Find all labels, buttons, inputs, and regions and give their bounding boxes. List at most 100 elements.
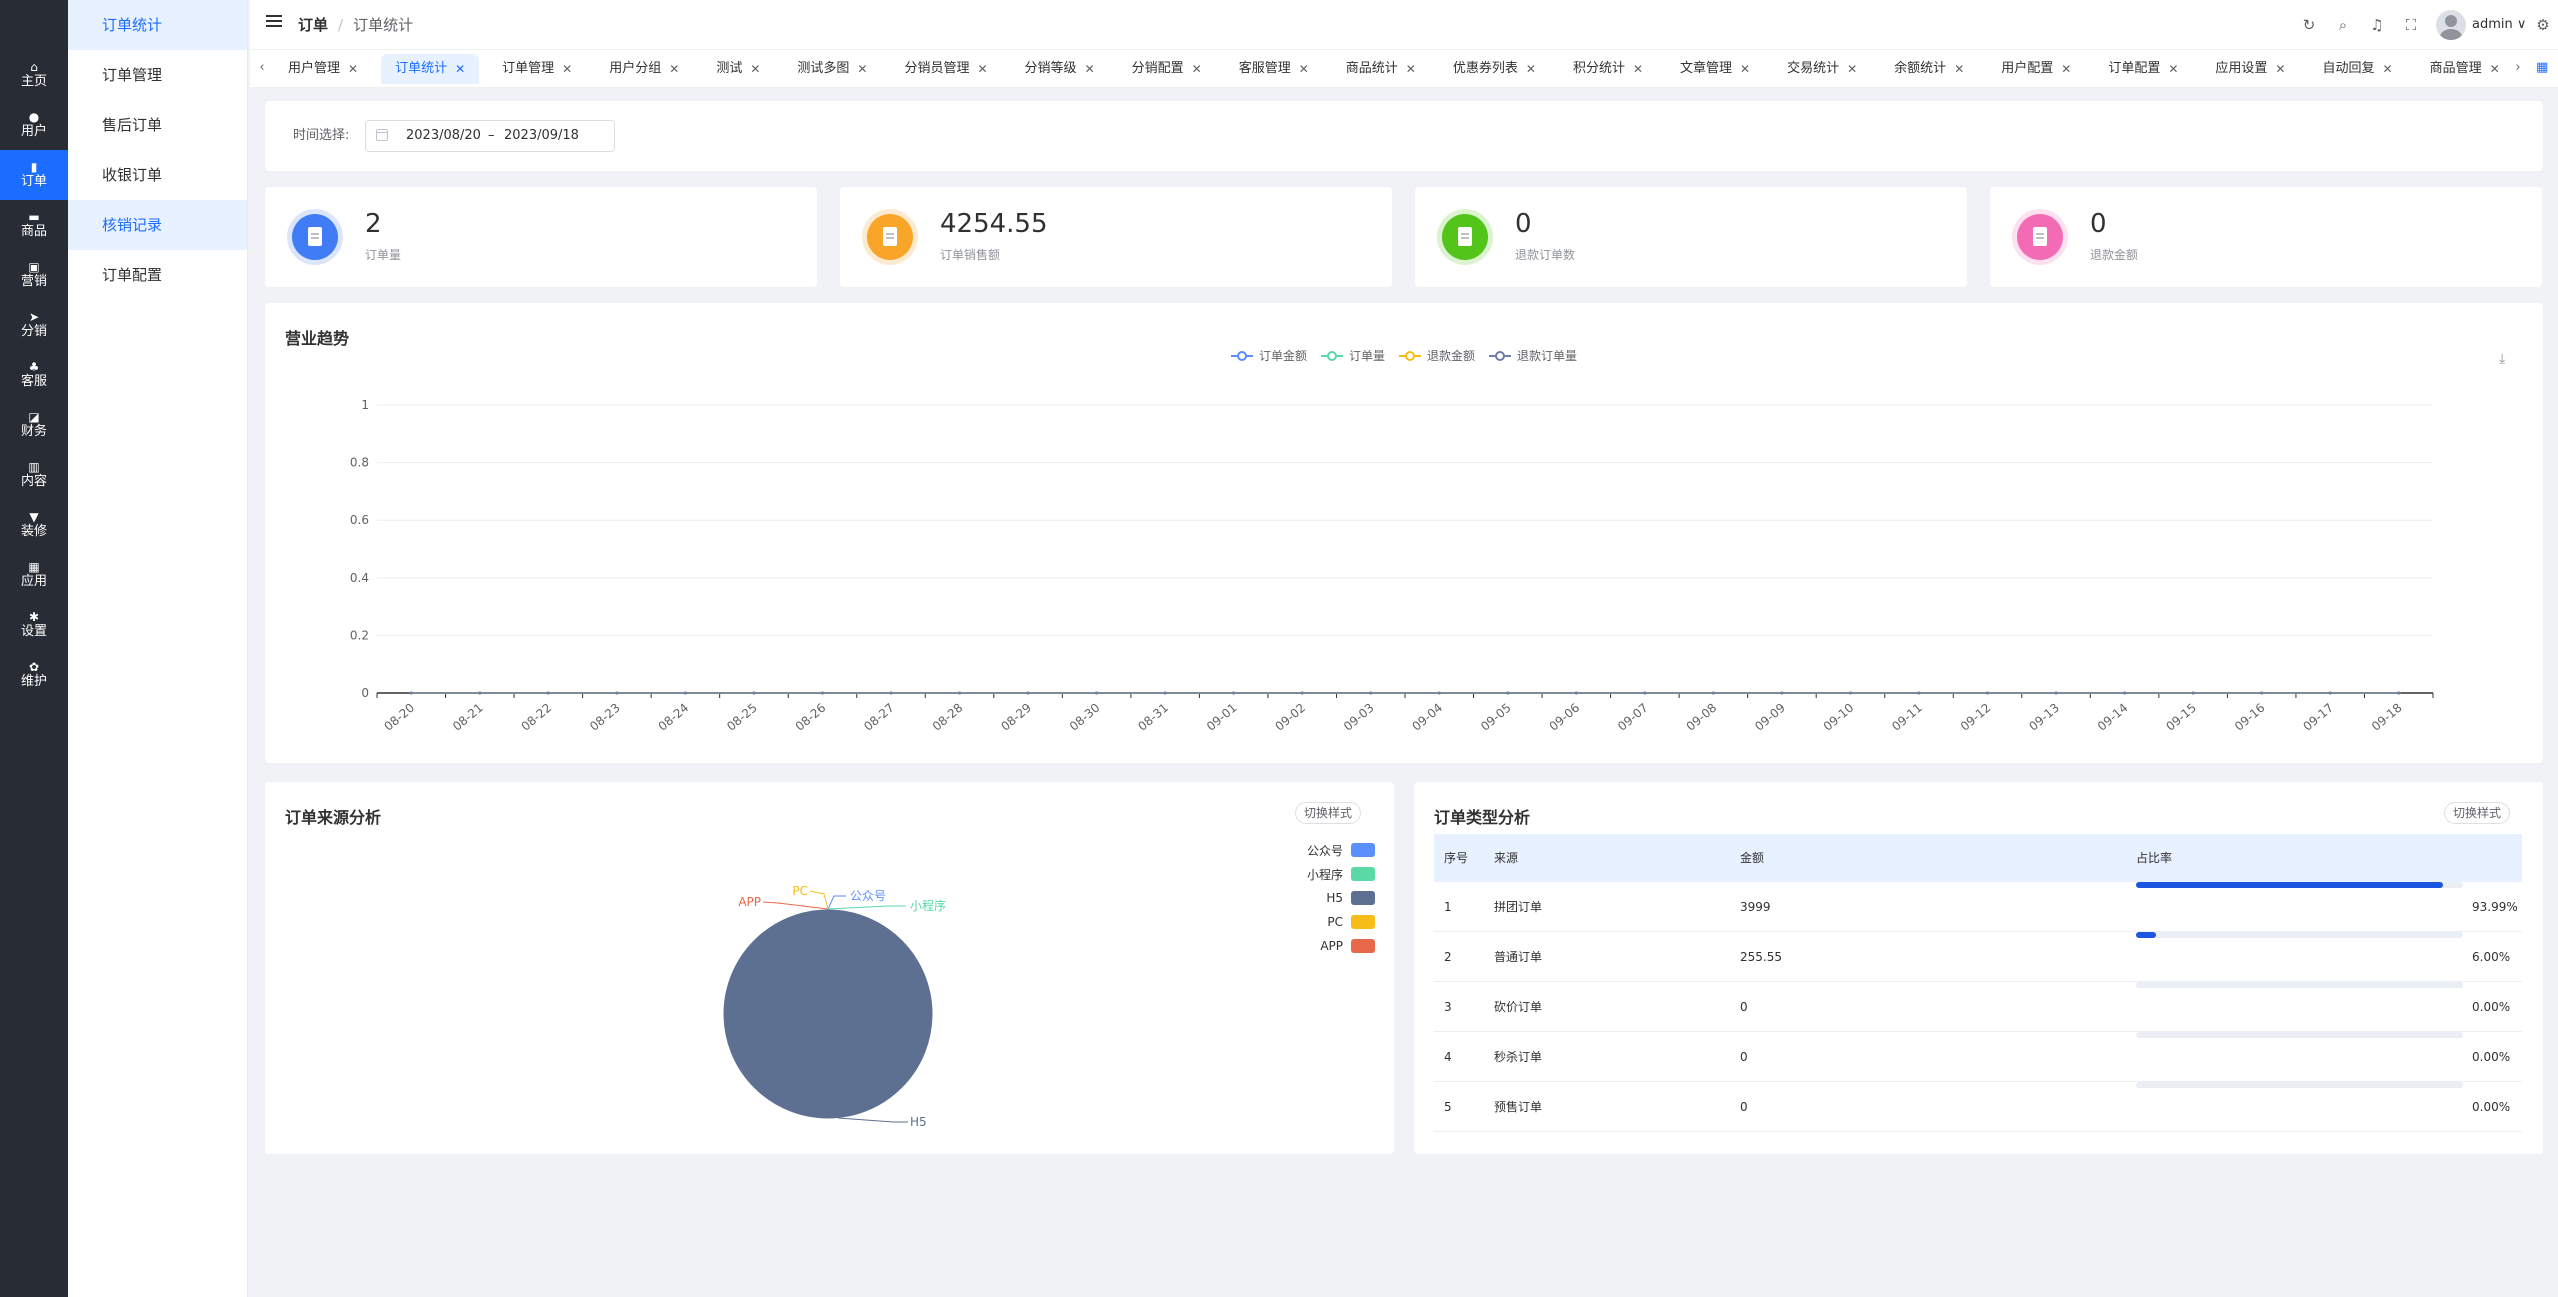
legend-item-2[interactable]: 退款金额 — [1399, 347, 1475, 364]
pie-slice-2[interactable] — [722, 908, 934, 1120]
submenu-item-1[interactable]: 订单管理 — [68, 50, 247, 100]
page-tab-11[interactable]: 优惠券列表 ✕ — [1439, 54, 1550, 84]
close-icon[interactable]: ✕ — [669, 54, 679, 84]
page-tab-1[interactable]: 订单统计 ✕ — [381, 54, 480, 84]
stat-card-2: 0 退款订单数 — [1415, 187, 1967, 287]
close-icon[interactable]: ✕ — [977, 54, 987, 84]
nav-item-12[interactable]: ✿ 维护 — [0, 650, 68, 700]
cell-source: 普通订单 — [1494, 950, 1543, 964]
nav-item-0[interactable]: ⌂ 主页 — [0, 50, 68, 100]
pie-legend-item-4[interactable]: APP — [1255, 934, 1375, 958]
date-start-input[interactable]: 2023/08/20 — [406, 121, 481, 151]
page-tab-14[interactable]: 交易统计 ✕ — [1773, 54, 1871, 84]
tabs-menu-icon[interactable]: ▦ — [2536, 60, 2552, 76]
page-tab-20[interactable]: 商品管理 ✕ — [2416, 54, 2506, 84]
series-point — [2054, 691, 2058, 695]
nav-item-2[interactable]: ▮ 订单 — [0, 150, 68, 200]
nav-item-7[interactable]: ◪ 财务 — [0, 400, 68, 450]
avatar[interactable] — [2436, 10, 2466, 40]
pie-label: PC — [792, 884, 808, 898]
close-icon[interactable]: ✕ — [562, 54, 572, 84]
page-tab-4[interactable]: 测试 ✕ — [702, 54, 774, 84]
nav-item-4[interactable]: ▣ 营销 — [0, 250, 68, 300]
menu-toggle-icon[interactable] — [266, 15, 282, 29]
page-tab-18[interactable]: 应用设置 ✕ — [2201, 54, 2299, 84]
page-tab-8[interactable]: 分销配置 ✕ — [1118, 54, 1216, 84]
refresh-icon[interactable]: ↻ — [2300, 16, 2318, 34]
pie-legend-item-3[interactable]: PC — [1255, 910, 1375, 934]
close-icon[interactable]: ✕ — [348, 54, 358, 84]
nav-item-5[interactable]: ➤ 分销 — [0, 300, 68, 350]
page-tab-15[interactable]: 余额统计 ✕ — [1880, 54, 1978, 84]
page-tab-13[interactable]: 文章管理 ✕ — [1666, 54, 1764, 84]
close-icon[interactable]: ✕ — [455, 54, 465, 84]
page-tab-6[interactable]: 分销员管理 ✕ — [890, 54, 1001, 84]
submenu-item-2[interactable]: 售后订单 — [68, 100, 247, 150]
close-icon[interactable]: ✕ — [2061, 54, 2071, 84]
legend-item-3[interactable]: 退款订单量 — [1489, 347, 1577, 364]
page-tab-0[interactable]: 用户管理 ✕ — [274, 54, 372, 84]
cell-amount: 255.55 — [1740, 950, 1782, 964]
legend-item-1[interactable]: 订单量 — [1320, 347, 1385, 364]
date-filter-label: 时间选择: — [293, 128, 350, 143]
close-icon[interactable]: ✕ — [1740, 54, 1750, 84]
close-icon[interactable]: ✕ — [1633, 54, 1643, 84]
page-tab-9[interactable]: 客服管理 ✕ — [1225, 54, 1323, 84]
close-icon[interactable]: ✕ — [1085, 54, 1095, 84]
chevron-right-icon[interactable]: › — [2510, 50, 2526, 86]
page-tab-5[interactable]: 测试多图 ✕ — [783, 54, 881, 84]
close-icon[interactable]: ✕ — [2275, 54, 2285, 84]
submenu-item-3[interactable]: 收银订单 — [68, 150, 247, 200]
page-tab-16[interactable]: 用户配置 ✕ — [1987, 54, 2085, 84]
pie-legend-item-2[interactable]: H5 — [1255, 886, 1375, 910]
rate-progress-bar — [2136, 932, 2463, 938]
close-icon[interactable]: ✕ — [2168, 54, 2178, 84]
marketing-icon: ▣ — [28, 260, 40, 275]
nav-item-11[interactable]: ✱ 设置 — [0, 600, 68, 650]
nav-item-3[interactable]: ▬ 商品 — [0, 200, 68, 250]
submenu-item-0[interactable]: 订单统计 — [68, 0, 247, 50]
close-icon[interactable]: ✕ — [857, 54, 867, 84]
bell-icon[interactable]: ♫ — [2368, 16, 2386, 34]
page-tab-12[interactable]: 积分统计 ✕ — [1559, 54, 1657, 84]
nav-item-9[interactable]: ▼ 装修 — [0, 500, 68, 550]
gear-icon[interactable]: ⚙ — [2534, 16, 2552, 34]
date-range-picker[interactable]: 2023/08/20 – 2023/09/18 — [365, 120, 615, 152]
nav-item-8[interactable]: ▥ 内容 — [0, 450, 68, 500]
page-tab-2[interactable]: 订单管理 ✕ — [488, 54, 586, 84]
type-toggle-style-button[interactable]: 切换样式 — [2444, 802, 2511, 824]
download-icon[interactable]: ⤓ — [2499, 351, 2515, 367]
pie-legend-item-1[interactable]: 小程序 — [1255, 862, 1375, 886]
close-icon[interactable]: ✕ — [1847, 54, 1857, 84]
fullscreen-icon[interactable]: ⛶ — [2402, 16, 2420, 34]
cell-no: 1 — [1444, 900, 1452, 914]
page-tab-3[interactable]: 用户分组 ✕ — [595, 54, 693, 84]
close-icon[interactable]: ✕ — [1526, 54, 1536, 84]
pie-label: 公众号 — [850, 889, 886, 903]
pie-legend-item-0[interactable]: 公众号 — [1255, 838, 1375, 862]
close-icon[interactable]: ✕ — [1299, 54, 1309, 84]
page-tab-17[interactable]: 订单配置 ✕ — [2094, 54, 2192, 84]
x-tick-label: 08-28 — [930, 701, 966, 734]
search-icon[interactable]: ⌕ — [2334, 16, 2352, 34]
legend-item-0[interactable]: 订单金额 — [1230, 347, 1307, 364]
chevron-left-icon[interactable]: ‹ — [254, 50, 270, 86]
username-dropdown[interactable]: admin ∨ — [2472, 0, 2526, 50]
close-icon[interactable]: ✕ — [2490, 54, 2500, 84]
close-icon[interactable]: ✕ — [2383, 54, 2393, 84]
page-tab-19[interactable]: 自动回复 ✕ — [2308, 54, 2406, 84]
breadcrumb-root[interactable]: 订单 — [298, 16, 328, 34]
submenu-item-4[interactable]: 核销记录 — [68, 200, 247, 250]
date-end-input[interactable]: 2023/09/18 — [504, 121, 579, 151]
date-filter-card: 时间选择: 2023/08/20 – 2023/09/18 — [265, 101, 2543, 171]
submenu-item-5[interactable]: 订单配置 — [68, 250, 247, 300]
close-icon[interactable]: ✕ — [1406, 54, 1416, 84]
close-icon[interactable]: ✕ — [1954, 54, 1964, 84]
page-tab-7[interactable]: 分销等级 ✕ — [1011, 54, 1109, 84]
nav-item-1[interactable]: ● 用户 — [0, 100, 68, 150]
nav-item-6[interactable]: ♣ 客服 — [0, 350, 68, 400]
close-icon[interactable]: ✕ — [750, 54, 760, 84]
page-tab-10[interactable]: 商品统计 ✕ — [1332, 54, 1430, 84]
nav-item-10[interactable]: ▦ 应用 — [0, 550, 68, 600]
close-icon[interactable]: ✕ — [1192, 54, 1202, 84]
